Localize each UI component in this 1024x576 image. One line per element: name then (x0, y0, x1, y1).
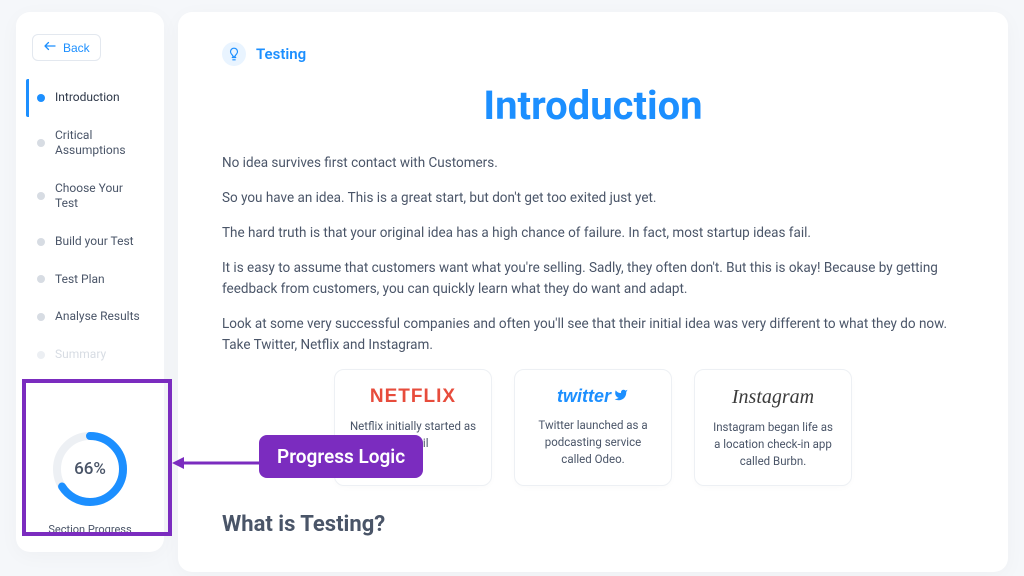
bullet-icon (37, 94, 45, 102)
breadcrumb-label: Testing (256, 45, 306, 63)
body-text: No idea survives first contact with Cust… (222, 153, 964, 355)
bullet-icon (37, 351, 45, 359)
body-paragraph: No idea survives first contact with Cust… (222, 153, 964, 174)
sidebar-item-label: Choose Your Test (55, 181, 148, 212)
subheading: What is Testing? (222, 512, 964, 537)
bullet-icon (37, 192, 45, 200)
sidebar-item-label: Summary (55, 347, 148, 363)
instagram-logo: Instagram (709, 386, 837, 409)
card-twitter: twitter Twitter launched as a podcasting… (514, 369, 672, 486)
progress-label: Section Progress (26, 523, 154, 536)
bullet-icon (37, 238, 45, 246)
sidebar-item-choose-your-test[interactable]: Choose Your Test (26, 170, 154, 223)
sidebar-item-build-your-test[interactable]: Build your Test (26, 223, 154, 261)
card-netflix-text: Netflix initially started as a mail (349, 418, 477, 451)
sidebar-item-introduction[interactable]: Introduction (26, 79, 154, 117)
sidebar-item-label: Critical Assumptions (55, 128, 148, 159)
twitter-bird-icon (613, 386, 629, 407)
sidebar-item-label: Analyse Results (55, 309, 148, 325)
body-paragraph: It is easy to assume that customers want… (222, 258, 964, 300)
page-title: Introduction (222, 82, 964, 129)
sidebar-item-label: Introduction (55, 90, 148, 106)
sidebar-nav: Introduction Critical Assumptions Choose Y… (26, 79, 154, 373)
sidebar-item-label: Test Plan (55, 272, 148, 288)
progress-percent: 66% (50, 429, 130, 509)
section-progress: 66% Section Progress (26, 419, 154, 536)
netflix-logo: NETFLIX (349, 386, 477, 408)
card-instagram: Instagram Instagram began life as a loca… (694, 369, 852, 486)
breadcrumb: Testing (222, 42, 964, 66)
progress-ring: 66% (50, 429, 130, 509)
card-netflix: NETFLIX Netflix initially started as a m… (334, 369, 492, 486)
back-button[interactable]: Back (32, 34, 101, 61)
back-button-label: Back (63, 41, 90, 55)
arrow-left-icon (43, 40, 57, 55)
main-content: Testing Introduction No idea survives fi… (178, 12, 1008, 572)
sidebar: Back Introduction Critical Assumptions Cho… (16, 12, 164, 552)
brand-cards: NETFLIX Netflix initially started as a m… (222, 369, 964, 486)
body-paragraph: So you have an idea. This is a great sta… (222, 188, 964, 209)
body-paragraph: Look at some very successful companies a… (222, 314, 964, 356)
card-twitter-text: Twitter launched as a podcasting service… (529, 417, 657, 467)
sidebar-item-critical-assumptions[interactable]: Critical Assumptions (26, 117, 154, 170)
twitter-logo: twitter (529, 386, 657, 407)
sidebar-item-analyse-results[interactable]: Analyse Results (26, 298, 154, 336)
bullet-icon (37, 313, 45, 321)
bullet-icon (37, 139, 45, 147)
lightbulb-icon (222, 42, 246, 66)
card-instagram-text: Instagram began life as a location check… (709, 419, 837, 469)
sidebar-item-test-plan[interactable]: Test Plan (26, 261, 154, 299)
sidebar-item-label: Build your Test (55, 234, 148, 250)
sidebar-item-summary[interactable]: Summary (26, 336, 154, 374)
bullet-icon (37, 275, 45, 283)
body-paragraph: The hard truth is that your original ide… (222, 223, 964, 244)
